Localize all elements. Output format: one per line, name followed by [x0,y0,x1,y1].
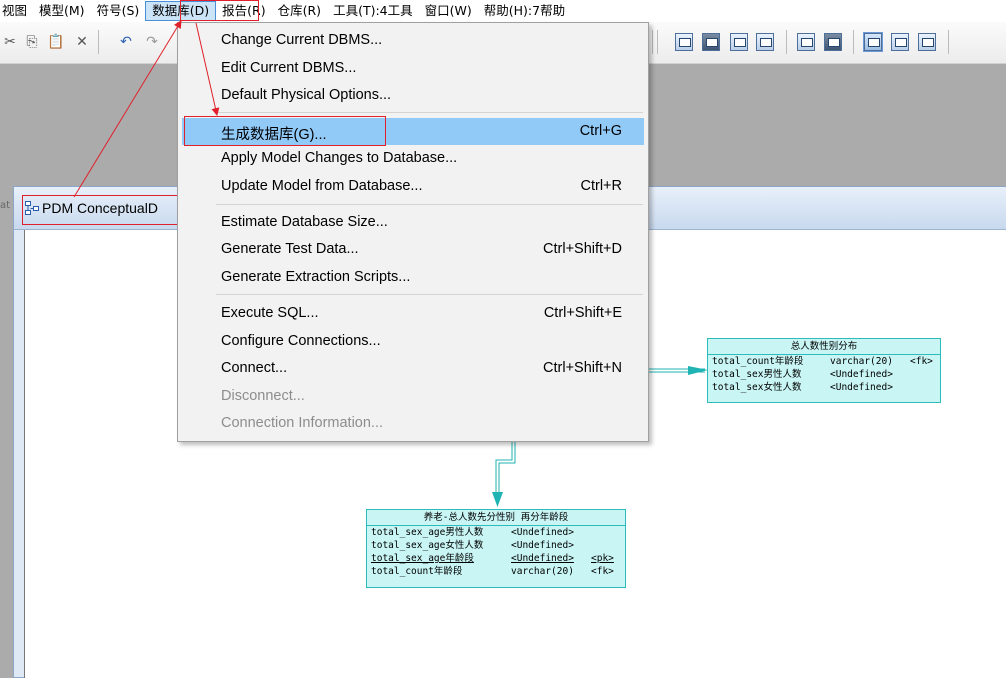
annotation-arrow-to-menu [73,20,182,198]
annotation-arrows [73,20,220,198]
annotation-arrow-to-item [195,22,220,116]
